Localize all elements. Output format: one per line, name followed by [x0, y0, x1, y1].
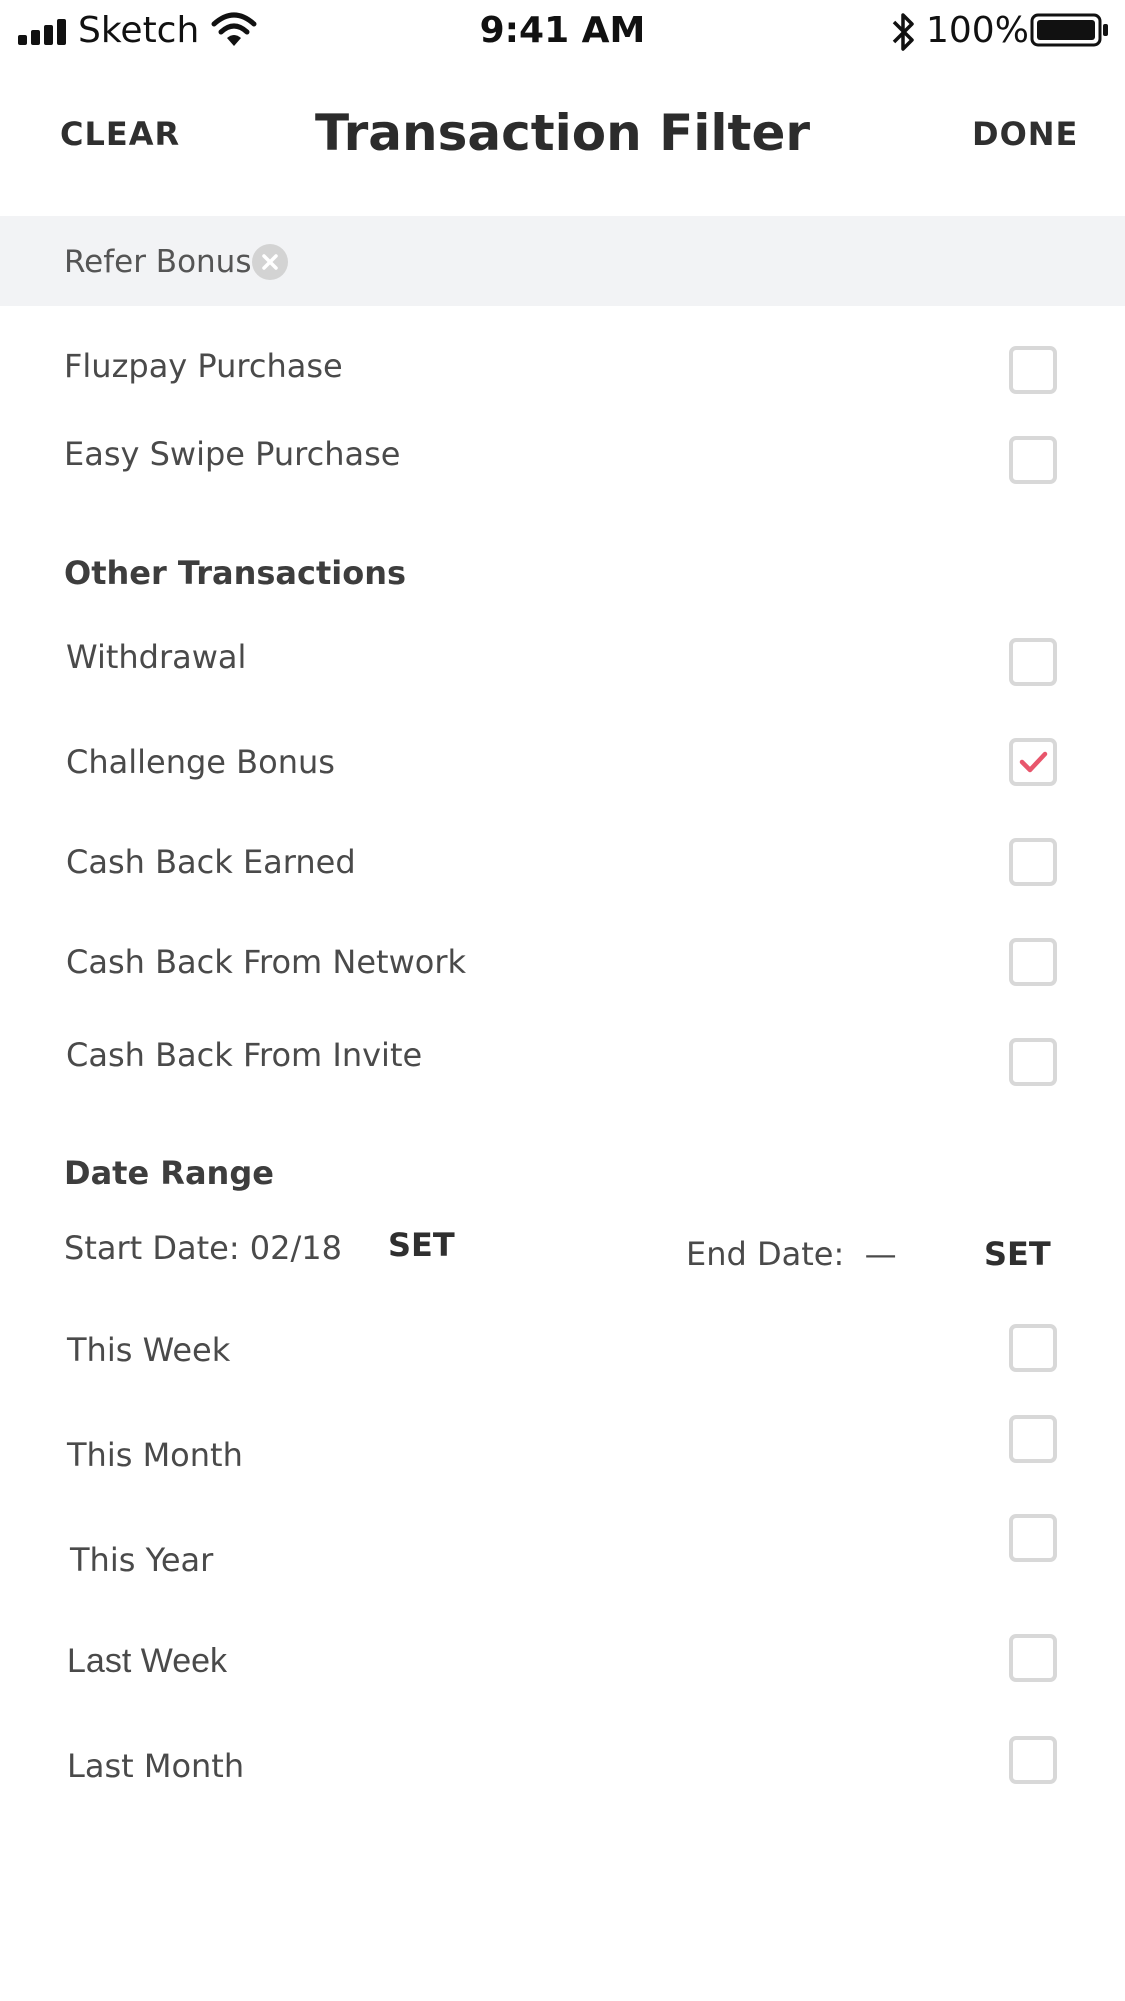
last-week-checkbox[interactable]	[1009, 1634, 1057, 1682]
this-month-checkbox[interactable]	[1009, 1415, 1057, 1463]
preset-this-year-label: This Year	[70, 1541, 214, 1579]
preset-last-month-label: Last Month	[67, 1747, 245, 1785]
easy-swipe-purchase-checkbox[interactable]	[1009, 436, 1057, 484]
fluzpay-purchase-checkbox[interactable]	[1009, 346, 1057, 394]
checkmark-icon	[1019, 751, 1048, 773]
remove-chip-icon[interactable]	[252, 244, 288, 280]
filter-fluzpay-purchase-label: Fluzpay Purchase	[64, 347, 343, 385]
this-year-checkbox[interactable]	[1009, 1514, 1057, 1562]
filter-cash-back-network-label: Cash Back From Network	[66, 943, 466, 981]
end-date-label: End Date: —	[686, 1235, 897, 1273]
filter-challenge-bonus-label: Challenge Bonus	[66, 743, 335, 781]
start-date-label: Start Date: 02/18	[64, 1229, 342, 1267]
date-range-heading: Date Range	[64, 1154, 274, 1192]
preset-this-week-label: This Week	[67, 1331, 231, 1369]
battery-percent: 100%	[926, 10, 1029, 51]
bluetooth-icon	[892, 13, 914, 51]
withdrawal-checkbox[interactable]	[1009, 638, 1057, 686]
filter-chip-label: Refer Bonus	[64, 244, 252, 280]
other-transactions-heading: Other Transactions	[64, 554, 407, 592]
cash-back-network-checkbox[interactable]	[1009, 938, 1057, 986]
filter-cash-back-invite-label: Cash Back From Invite	[66, 1036, 423, 1074]
preset-this-month-label: This Month	[67, 1436, 243, 1474]
cash-back-invite-checkbox[interactable]	[1009, 1038, 1057, 1086]
filter-easy-swipe-purchase-label: Easy Swipe Purchase	[64, 435, 401, 473]
page-title: Transaction Filter	[314, 104, 811, 162]
last-month-checkbox[interactable]	[1009, 1736, 1057, 1784]
battery-icon	[1030, 13, 1108, 47]
this-week-checkbox[interactable]	[1009, 1324, 1057, 1372]
preset-last-week-label: Last Week	[67, 1642, 228, 1680]
cash-back-earned-checkbox[interactable]	[1009, 838, 1057, 886]
set-end-date-button[interactable]: SET	[984, 1234, 1051, 1274]
challenge-bonus-checkbox[interactable]	[1009, 738, 1057, 786]
filter-withdrawal-label: Withdrawal	[66, 638, 247, 676]
done-button[interactable]: DONE	[972, 114, 1078, 154]
filter-cash-back-earned-label: Cash Back Earned	[66, 843, 356, 881]
set-start-date-button[interactable]: SET	[388, 1225, 455, 1265]
